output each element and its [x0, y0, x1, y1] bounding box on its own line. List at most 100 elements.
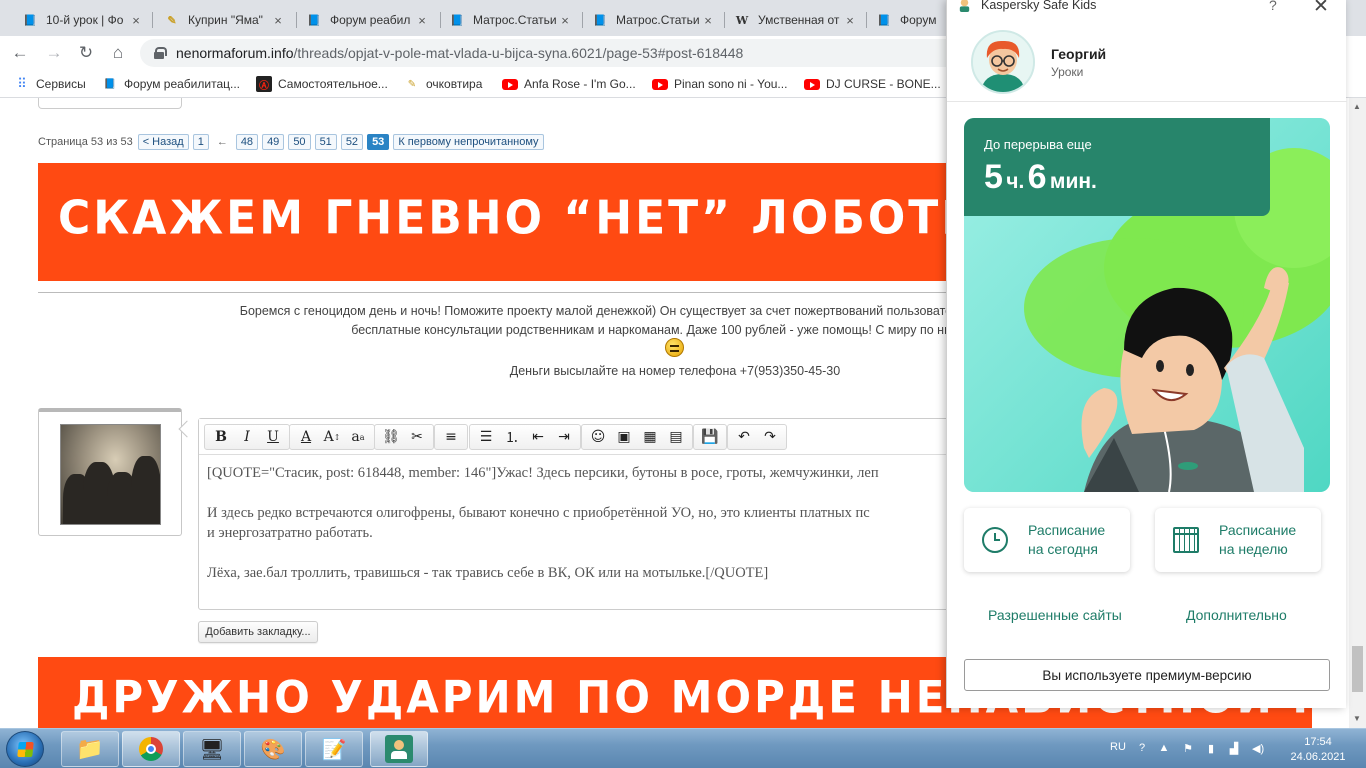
font-family-icon[interactable]: aa — [345, 426, 371, 448]
pagination: Страница 53 из 53 < Назад 1 ← 48 49 50 5… — [38, 134, 548, 150]
editor-content[interactable]: [QUOTE="Стасик, post: 618448, member: 14… — [207, 463, 967, 603]
anarchy-icon: Ⓐ — [256, 76, 272, 92]
page-link-52[interactable]: 52 — [340, 134, 364, 150]
reply-editor[interactable]: B I U A A ↕ aa ⛓ ✂ ≡ ☰ ⒈ ⇤ ⇥ ☺ ▣ ▦ ▤ 💾 ↶… — [198, 418, 958, 610]
forward-icon[interactable]: → — [42, 41, 66, 65]
taskbar-explorer[interactable]: 📁 — [61, 731, 119, 767]
forum-book-icon: 📘 — [593, 14, 607, 27]
bookmark-item[interactable]: ✎ очковтира — [404, 76, 483, 92]
italic-icon[interactable]: I — [234, 426, 260, 448]
system-clock[interactable]: 17:54 24.06.2021 — [1290, 735, 1346, 765]
language-indicator[interactable]: RU — [1110, 741, 1126, 753]
redo-icon[interactable]: ↷ — [757, 426, 783, 448]
page-link-48[interactable]: 48 — [235, 134, 259, 150]
chrome-icon — [139, 737, 163, 761]
bookmark-item[interactable]: 📘 Форум реабилитац... — [102, 76, 240, 92]
volume-icon[interactable]: ◀) — [1252, 742, 1264, 755]
code-icon[interactable]: ▤ — [663, 426, 689, 448]
bookmark-item[interactable]: Ⓐ Самостоятельное... — [256, 76, 388, 92]
unlink-icon[interactable]: ✂ — [404, 426, 430, 448]
close-tab-icon[interactable]: × — [842, 13, 858, 28]
scroll-up-icon[interactable]: ▲ — [1353, 102, 1361, 111]
schedule-today-button[interactable]: Расписание на сегодня — [964, 508, 1130, 572]
control-panel-icon: 🖥 — [199, 738, 225, 761]
forum-book-icon: 📘 — [307, 14, 321, 27]
user-avatar-box — [38, 408, 182, 536]
add-bookmark-button[interactable]: Добавить закладку... — [198, 621, 318, 643]
show-hidden-icons-icon[interactable]: ▲ — [1158, 742, 1170, 754]
address-bar[interactable]: nenormaforum.info/threads/opjat-v-pole-m… — [140, 39, 1040, 67]
back-icon[interactable]: ← — [8, 41, 32, 65]
browser-tab[interactable]: ✎ Куприн "Яма" × — [156, 4, 294, 36]
forum-book-icon: 📘 — [450, 14, 464, 27]
save-draft-icon[interactable]: 💾 — [697, 426, 723, 448]
help-icon[interactable]: ? — [1269, 0, 1277, 13]
browser-tab[interactable]: 📘 10-й урок | Фо × — [14, 4, 152, 36]
kaspersky-safe-kids-window: Kaspersky Safe Kids ? ✕ Георгий Уроки До… — [946, 0, 1347, 708]
break-timer-label: До перерыва еще — [984, 137, 1092, 152]
close-tab-icon[interactable]: × — [414, 13, 430, 28]
start-button[interactable] — [6, 731, 44, 767]
pagination-ellipsis[interactable]: ← — [217, 136, 228, 148]
taskbar-kaspersky[interactable] — [370, 731, 428, 767]
bold-icon[interactable]: B — [208, 426, 234, 448]
page-scrollbar[interactable]: ▲ ▼ — [1349, 98, 1366, 728]
first-unread-button[interactable]: К первому непрочитанному — [393, 134, 544, 150]
reload-icon[interactable]: ↻ — [74, 41, 98, 65]
page-link-49[interactable]: 49 — [262, 134, 285, 150]
allowed-sites-link[interactable]: Разрешенные сайты — [988, 607, 1122, 623]
bullet-list-icon[interactable]: ☰ — [473, 426, 499, 448]
lock-icon — [154, 47, 167, 59]
home-icon[interactable]: ⌂ — [106, 41, 130, 65]
undo-icon[interactable]: ↶ — [731, 426, 757, 448]
align-icon[interactable]: ≡ — [438, 426, 464, 448]
link-icon[interactable]: ⛓ — [378, 426, 404, 448]
scroll-down-icon[interactable]: ▼ — [1353, 714, 1361, 723]
taskbar-chrome[interactable] — [122, 731, 180, 767]
flag-icon[interactable]: ⚑ — [1182, 742, 1194, 755]
premium-version-button[interactable]: Вы используете премиум-версию — [964, 659, 1330, 691]
clock-icon — [982, 527, 1008, 553]
indent-icon[interactable]: ⇥ — [551, 426, 577, 448]
battery-icon[interactable]: ▮ — [1205, 742, 1217, 755]
prev-page-button[interactable]: < Назад — [137, 134, 189, 150]
page-link-50[interactable]: 50 — [288, 134, 311, 150]
close-icon[interactable]: ✕ — [1313, 0, 1329, 18]
smiley-insert-icon[interactable]: ☺ — [585, 426, 611, 448]
taskbar-control-panel[interactable]: 🖥 — [183, 731, 241, 767]
child-profile[interactable]: Георгий Уроки — [947, 20, 1347, 102]
underline-icon[interactable]: U — [260, 426, 286, 448]
page-link-51[interactable]: 51 — [314, 134, 337, 150]
browser-tab[interactable]: 📘 Форум реабил × — [298, 4, 438, 36]
page-link-1[interactable]: 1 — [192, 134, 209, 150]
font-color-icon[interactable]: A — [293, 426, 319, 448]
page-link-current[interactable]: 53 — [367, 134, 390, 150]
browser-tab[interactable]: W Умственная от × — [726, 4, 866, 36]
child-name: Георгий — [1051, 46, 1107, 62]
close-tab-icon[interactable]: × — [557, 13, 573, 28]
bookmark-item[interactable]: DJ CURSE - BONE... — [804, 76, 941, 92]
close-tab-icon[interactable]: × — [270, 13, 286, 28]
close-tab-icon[interactable]: × — [700, 13, 716, 28]
avatar[interactable] — [60, 424, 161, 525]
close-tab-icon[interactable]: × — [128, 13, 144, 28]
media-icon[interactable]: ▦ — [637, 426, 663, 448]
more-link[interactable]: Дополнительно — [1186, 607, 1287, 623]
taskbar-notepad[interactable]: 📝 — [305, 731, 363, 767]
network-icon[interactable]: ▟ — [1228, 742, 1240, 755]
bookmark-item[interactable]: Pinan sono ni - You... — [652, 76, 787, 92]
font-size-icon[interactable]: A ↕ — [319, 426, 345, 448]
outdent-icon[interactable]: ⇤ — [525, 426, 551, 448]
browser-tab[interactable]: 📘 Матрос.Статьи × — [584, 4, 724, 36]
forum-book-icon: 📘 — [23, 14, 37, 27]
schedule-week-button[interactable]: Расписание на неделю — [1155, 508, 1321, 572]
image-icon[interactable]: ▣ — [611, 426, 637, 448]
taskbar-paint[interactable]: 🎨 — [244, 731, 302, 767]
help-tray-icon[interactable]: ? — [1136, 742, 1148, 754]
browser-tab[interactable]: 📘 Форум р — [868, 4, 948, 36]
scrollbar-thumb[interactable] — [1352, 646, 1363, 692]
bookmark-services[interactable]: ⠿ Сервисы — [14, 76, 85, 92]
browser-tab[interactable]: 📘 Матрос.Статьи × — [441, 4, 581, 36]
numbered-list-icon[interactable]: ⒈ — [499, 426, 525, 448]
bookmark-item[interactable]: Anfa Rose - I'm Go... — [502, 76, 636, 92]
